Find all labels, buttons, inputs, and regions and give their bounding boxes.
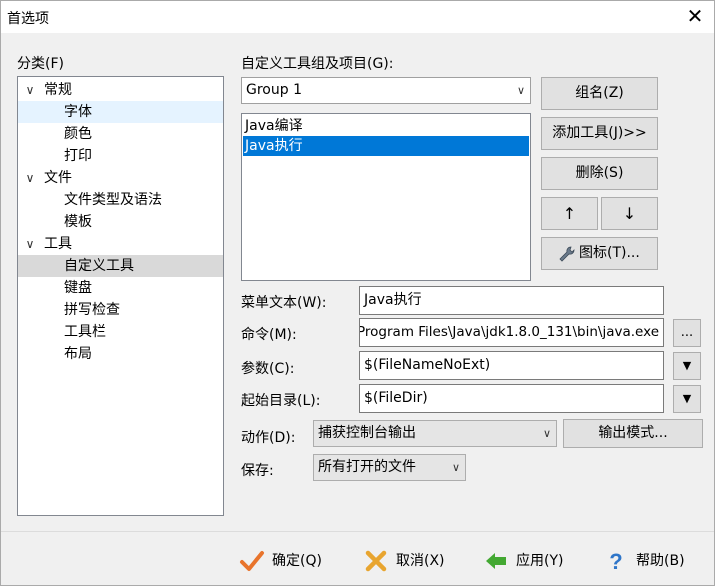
- apply-button[interactable]: 应用(Y): [483, 546, 573, 576]
- close-icon[interactable]: ✕: [684, 5, 706, 27]
- start-dir-field[interactable]: $(FileDir): [359, 384, 664, 413]
- action-select[interactable]: 捕获控制台输出 ∨: [313, 420, 557, 447]
- start-dir-label: 起始目录(L):: [241, 393, 321, 409]
- window-title: 首选项: [7, 11, 49, 27]
- params-label: 参数(C):: [241, 361, 295, 377]
- icon-button[interactable]: 图标(T)...: [541, 237, 658, 270]
- tree-item-font[interactable]: 字体: [18, 101, 223, 123]
- tree-node-tools[interactable]: ∨ 工具: [22, 233, 222, 255]
- tree-node-file[interactable]: ∨ 文件: [22, 167, 222, 189]
- list-item[interactable]: Java执行: [243, 136, 529, 156]
- move-up-button[interactable]: ↑: [541, 197, 598, 230]
- command-field[interactable]: C:\Program Files\Java\jdk1.8.0_131\bin\j…: [359, 318, 664, 347]
- start-dir-dropdown-button[interactable]: ▼: [673, 385, 701, 413]
- footer-divider: [1, 531, 714, 532]
- menu-text-field[interactable]: Java执行: [359, 286, 664, 315]
- ok-button[interactable]: 确定(Q): [239, 546, 329, 576]
- save-label: 保存:: [241, 463, 274, 479]
- group-name-button[interactable]: 组名(Z): [541, 77, 658, 110]
- chevron-down-icon: ∨: [516, 84, 525, 97]
- arrow-left-icon: [486, 553, 506, 569]
- add-tool-button[interactable]: 添加工具(J)>>: [541, 117, 658, 150]
- params-field[interactable]: $(FileNameNoExt): [359, 351, 664, 380]
- chevron-down-icon[interactable]: ∨: [22, 233, 38, 255]
- cancel-button[interactable]: 取消(X): [363, 546, 453, 576]
- action-label: 动作(D):: [241, 430, 296, 446]
- delete-button[interactable]: 删除(S): [541, 157, 658, 190]
- menu-text-label: 菜单文本(W):: [241, 295, 327, 311]
- tree-item-keyboard[interactable]: 键盘: [18, 277, 223, 299]
- question-icon: ?: [609, 549, 622, 574]
- chevron-down-icon: ∨: [542, 427, 551, 440]
- preferences-dialog: 首选项 ✕ 分类(F) ∨ 常规 字体 颜色 打印 ∨ 文件 文件类型及语法 模…: [0, 0, 715, 586]
- chevron-down-icon: ∨: [451, 461, 460, 474]
- category-label: 分类(F): [17, 56, 64, 72]
- chevron-down-icon[interactable]: ∨: [22, 79, 38, 101]
- svg-text:?: ?: [609, 549, 622, 574]
- tree-item-templates[interactable]: 模板: [18, 211, 223, 233]
- tree-item-custom-tools[interactable]: 自定义工具: [18, 255, 223, 277]
- tree-item-toolbar[interactable]: 工具栏: [18, 321, 223, 343]
- output-mode-button[interactable]: 输出模式...: [563, 419, 703, 448]
- list-item[interactable]: Java编译: [243, 116, 529, 136]
- check-icon: [240, 551, 264, 571]
- tool-group-select[interactable]: Group 1 ∨: [241, 77, 531, 104]
- move-down-button[interactable]: ↓: [601, 197, 658, 230]
- title-bar: 首选项 ✕: [1, 1, 714, 33]
- chevron-down-icon[interactable]: ∨: [22, 167, 38, 189]
- tree-item-spellcheck[interactable]: 拼写检查: [18, 299, 223, 321]
- save-select[interactable]: 所有打开的文件 ∨: [313, 454, 466, 481]
- wrench-icon: [559, 246, 575, 262]
- command-label: 命令(M):: [241, 327, 297, 343]
- help-button[interactable]: ? 帮助(B): [603, 546, 693, 576]
- category-tree[interactable]: ∨ 常规 字体 颜色 打印 ∨ 文件 文件类型及语法 模板 ∨ 工具 自定义工具: [17, 76, 224, 516]
- tree-item-print[interactable]: 打印: [18, 145, 223, 167]
- tool-group-label: 自定义工具组及项目(G):: [241, 56, 394, 72]
- browse-button[interactable]: ...: [673, 319, 701, 347]
- tree-node-general[interactable]: ∨ 常规: [22, 79, 222, 101]
- tree-item-color[interactable]: 颜色: [18, 123, 223, 145]
- tree-item-layout[interactable]: 布局: [18, 343, 223, 365]
- x-icon: [365, 550, 387, 572]
- tree-item-filetypes[interactable]: 文件类型及语法: [18, 189, 223, 211]
- tool-list[interactable]: Java编译 Java执行: [241, 113, 531, 281]
- params-dropdown-button[interactable]: ▼: [673, 352, 701, 380]
